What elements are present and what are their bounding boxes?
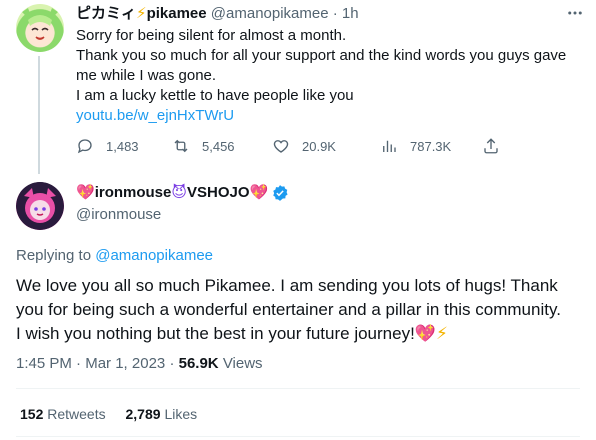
- main-display-name-text: ironmouse: [94, 184, 172, 201]
- devil-emoji: 😈: [171, 184, 188, 201]
- parent-tweet[interactable]: ピカミィ⚡pikamee @amanopikamee · 1h Sorry fo…: [0, 0, 596, 174]
- like-count: 20.9K: [302, 138, 336, 154]
- tweet-time[interactable]: 1:45 PM: [16, 355, 72, 372]
- parent-tweet-text: Sorry for being silent for almost a mont…: [76, 26, 586, 126]
- parent-display-name[interactable]: ピカミィ: [76, 5, 136, 22]
- parent-handle[interactable]: @amanopikamee: [211, 5, 329, 22]
- parent-text-line: I am a lucky kettle to have people like …: [76, 87, 354, 104]
- main-text-line-last: I wish you nothing but the best in your …: [16, 322, 588, 346]
- meta-separator: ·: [76, 355, 82, 372]
- main-tweet-text: We love you all so much Pikamee. I am se…: [16, 274, 588, 346]
- divider: [16, 436, 580, 437]
- parent-text-line: Sorry for being silent for almost a mont…: [76, 27, 347, 44]
- replying-to-line: Replying to @amanopikamee: [16, 246, 213, 266]
- views-count: 787.3K: [410, 138, 452, 154]
- parent-text-line: me while I was gone.: [76, 67, 217, 84]
- main-text-line: you for being such a wonderful entertain…: [16, 300, 561, 319]
- analytics-icon: [383, 140, 396, 152]
- thread-connector-line: [38, 56, 40, 174]
- ironmouse-avatar-art: [16, 182, 64, 230]
- main-text-line: We love you all so much Pikamee. I am se…: [16, 276, 558, 295]
- sparkling-heart-emoji: 💖: [76, 184, 95, 201]
- share-icon: [484, 138, 498, 154]
- verified-badge-icon[interactable]: [271, 184, 289, 202]
- parent-avatar-column: [16, 4, 64, 52]
- main-text-line: I wish you nothing but the best in your …: [16, 324, 415, 343]
- ironmouse-avatar[interactable]: [16, 182, 64, 230]
- more-dots-icon: [568, 11, 582, 15]
- replying-prefix: Replying to: [16, 247, 92, 264]
- share-button[interactable]: [482, 136, 512, 156]
- parent-action-bar: 1,483 5,456 20.9K 787.3K: [74, 136, 504, 156]
- retweets-count[interactable]: 152: [20, 406, 43, 422]
- youtube-link[interactable]: youtu.be/w_ejnHxTWrU: [76, 106, 586, 126]
- main-display-name-suffix: VSHOJO: [187, 184, 250, 201]
- likes-count[interactable]: 2,789: [126, 406, 161, 422]
- parent-display-name-suffix[interactable]: pikamee: [147, 5, 207, 22]
- parent-timestamp[interactable]: 1h: [342, 5, 359, 22]
- parent-tweet-header: ピカミィ⚡pikamee @amanopikamee · 1h: [76, 4, 580, 24]
- divider: [16, 388, 580, 389]
- tweet-date[interactable]: Mar 1, 2023: [85, 355, 165, 372]
- like-button[interactable]: 20.9K: [272, 136, 336, 156]
- tweet-views-label: Views: [222, 355, 263, 372]
- retweets-label[interactable]: Retweets: [47, 406, 105, 422]
- replying-to-handle[interactable]: @amanopikamee: [95, 247, 213, 264]
- tweet-meta-line: 1:45 PM · Mar 1, 2023 · 56.9K Views: [16, 354, 263, 374]
- meta-separator: ·: [169, 355, 175, 372]
- retweet-button[interactable]: 5,456: [172, 136, 235, 156]
- reply-count: 1,483: [106, 138, 139, 154]
- header-separator: ·: [332, 5, 338, 22]
- reply-icon: [77, 139, 92, 154]
- reply-button[interactable]: 1,483: [76, 136, 139, 156]
- lightning-emoji: ⚡: [136, 5, 147, 22]
- sparkling-heart-emoji: 💖: [414, 324, 436, 343]
- pikamee-avatar-art: [22, 8, 58, 44]
- main-handle[interactable]: @ironmouse: [76, 205, 161, 225]
- more-icon[interactable]: [566, 4, 584, 27]
- sparkling-heart-emoji: 💖: [249, 184, 269, 201]
- pikamee-avatar[interactable]: [16, 4, 64, 52]
- engagement-stats: 152 Retweets 2,789 Likes: [20, 404, 213, 424]
- retweet-icon: [174, 139, 188, 153]
- views-button[interactable]: 787.3K: [380, 136, 451, 156]
- parent-text-line: Thank you so much for all your support a…: [76, 47, 567, 64]
- tweet-views-count: 56.9K: [178, 355, 219, 372]
- likes-label[interactable]: Likes: [164, 406, 197, 422]
- main-display-name[interactable]: 💖 ironmouse 😈 VSHOJO 💖: [76, 183, 289, 203]
- lightning-emoji: ⚡: [435, 324, 448, 343]
- heart-icon: [273, 140, 289, 153]
- retweet-count: 5,456: [202, 138, 235, 154]
